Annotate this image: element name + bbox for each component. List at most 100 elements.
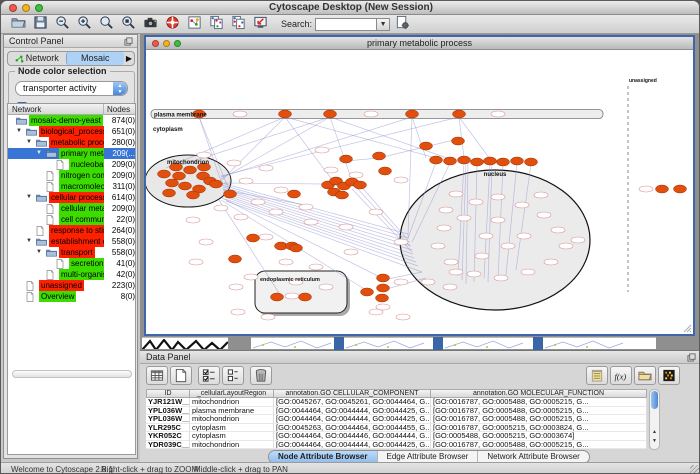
node-label-ellipse[interactable]	[197, 152, 211, 158]
help-button[interactable]	[164, 14, 184, 31]
node-label-ellipse[interactable]	[475, 253, 489, 259]
node-label-ellipse[interactable]	[233, 111, 247, 117]
network-node[interactable]	[187, 191, 200, 199]
annotation-notes-button[interactable]	[586, 366, 608, 385]
attribute-matrix-button[interactable]	[658, 366, 680, 385]
network-node[interactable]	[166, 179, 179, 187]
node-label-ellipse[interactable]	[515, 202, 529, 208]
tree-row-nitrogen-compo[interactable]: nitrogen compo...209(0)	[8, 170, 135, 181]
search-dropdown-button[interactable]: ▼	[377, 18, 390, 31]
node-label-ellipse[interactable]	[534, 192, 548, 198]
network-node[interactable]	[674, 185, 687, 193]
network-node[interactable]	[163, 189, 176, 197]
duplicate-network-button[interactable]	[208, 14, 228, 31]
preferences-button[interactable]	[394, 14, 414, 31]
zoom-fit-button[interactable]	[98, 14, 118, 31]
node-label-ellipse[interactable]	[639, 186, 653, 192]
node-label-ellipse[interactable]	[259, 234, 273, 240]
network-node[interactable]	[173, 172, 186, 180]
node-label-ellipse[interactable]	[394, 239, 408, 245]
node-label-ellipse[interactable]	[309, 264, 323, 270]
node-label-ellipse[interactable]	[239, 178, 253, 184]
table-row[interactable]: YKR052Ccytoplasm[GO:0044464, GO:0044446,…	[146, 432, 647, 441]
network-node[interactable]	[452, 137, 465, 145]
node-label-ellipse[interactable]	[521, 269, 535, 275]
tree-row-cellular-metabo[interactable]: cellular metabo...209(0)	[8, 203, 135, 214]
column-header[interactable]: annotation.GO CELLULAR_COMPONENT	[274, 389, 431, 398]
network-node[interactable]	[453, 110, 466, 118]
network-node[interactable]	[336, 191, 349, 199]
network-node[interactable]	[458, 156, 471, 164]
node-label-ellipse[interactable]	[394, 279, 408, 285]
tree-horizontal-scrollbar[interactable]	[12, 370, 132, 378]
network-node[interactable]	[324, 110, 337, 118]
delete-attribute-button[interactable]	[250, 366, 272, 385]
node-label-ellipse[interactable]	[234, 214, 248, 220]
table-vertical-scrollbar[interactable]: ▲▼	[649, 389, 660, 450]
node-label-ellipse[interactable]	[274, 187, 288, 193]
new-attribute-button[interactable]	[170, 366, 192, 385]
network-node[interactable]	[299, 293, 312, 301]
fit-content-button[interactable]	[252, 14, 272, 31]
node-label-ellipse[interactable]	[339, 224, 353, 230]
node-label-ellipse[interactable]	[229, 284, 243, 290]
expand-arrow-icon[interactable]: ▼	[26, 139, 32, 145]
node-label-ellipse[interactable]	[186, 217, 200, 223]
node-label-ellipse[interactable]	[421, 279, 435, 285]
network-node[interactable]	[376, 294, 389, 302]
expand-arrow-icon[interactable]: ▼	[26, 194, 32, 200]
expand-arrow-icon[interactable]: ▼	[26, 238, 32, 244]
zoom-in-button[interactable]	[76, 14, 96, 31]
network-node[interactable]	[406, 110, 419, 118]
network-node[interactable]	[525, 158, 538, 166]
tree-row-cell-communicat[interactable]: cell communicat...22(0)	[8, 214, 135, 225]
node-label-ellipse[interactable]	[324, 167, 338, 173]
network-node[interactable]	[279, 110, 292, 118]
node-label-ellipse[interactable]	[285, 293, 299, 299]
tab-network[interactable]: Network	[8, 52, 66, 65]
node-label-ellipse[interactable]	[559, 243, 573, 249]
node-label-ellipse[interactable]	[319, 284, 333, 290]
zoom-selected-button[interactable]	[120, 14, 140, 31]
node-label-ellipse[interactable]	[259, 165, 273, 171]
node-label-ellipse[interactable]	[199, 239, 213, 245]
scrollbar-thumb[interactable]	[651, 391, 658, 409]
node-label-ellipse[interactable]	[244, 274, 258, 280]
network-node[interactable]	[444, 157, 457, 165]
node-label-ellipse[interactable]	[517, 233, 531, 239]
network-node[interactable]	[247, 234, 260, 242]
tree-row-multi-organism-pro[interactable]: multi-organism pro...42(0)	[8, 269, 135, 280]
tree-row-response-to-stimulu[interactable]: response to stimulu...264(0)	[8, 225, 135, 236]
node-label-ellipse[interactable]	[231, 309, 245, 315]
window-resize-grip[interactable]	[690, 465, 700, 474]
column-header[interactable]: ID	[146, 389, 190, 398]
node-label-ellipse[interactable]	[279, 259, 293, 265]
node-label-ellipse[interactable]	[537, 212, 551, 218]
tree-row-macromolecule[interactable]: macromolecule...311(0)	[8, 181, 135, 192]
node-label-ellipse[interactable]	[344, 249, 358, 255]
network-node[interactable]	[179, 182, 192, 190]
network-node[interactable]	[656, 185, 669, 193]
network-node[interactable]	[184, 166, 197, 174]
node-label-ellipse[interactable]	[501, 243, 515, 249]
float-data-panel-icon[interactable]	[687, 353, 696, 362]
network-node[interactable]	[354, 181, 367, 189]
node-label-ellipse[interactable]	[376, 304, 390, 310]
tree-row-nucleobase[interactable]: nucleobase-...209(0)	[8, 159, 135, 170]
tree-row-unassigned[interactable]: unassigned223(0)	[8, 280, 135, 291]
node-label-ellipse[interactable]	[437, 225, 451, 231]
copy-attributes-button[interactable]	[230, 14, 250, 31]
table-row[interactable]: YPL036W__1mitochondrion[GO:0044464, GO:0…	[146, 415, 647, 424]
node-label-ellipse[interactable]	[394, 177, 408, 183]
compartment-nucleus[interactable]	[400, 170, 590, 310]
network-node[interactable]	[229, 255, 242, 263]
node-color-dropdown[interactable]: transporter activity ▲▼	[15, 81, 128, 96]
expand-arrow-icon[interactable]: ▼	[36, 249, 42, 255]
node-label-ellipse[interactable]	[571, 237, 585, 243]
network-node[interactable]	[361, 288, 374, 296]
network-node[interactable]	[340, 155, 353, 163]
network-node[interactable]	[379, 167, 392, 175]
node-label-ellipse[interactable]	[299, 204, 313, 210]
node-label-ellipse[interactable]	[189, 259, 203, 265]
node-label-ellipse[interactable]	[431, 243, 445, 249]
